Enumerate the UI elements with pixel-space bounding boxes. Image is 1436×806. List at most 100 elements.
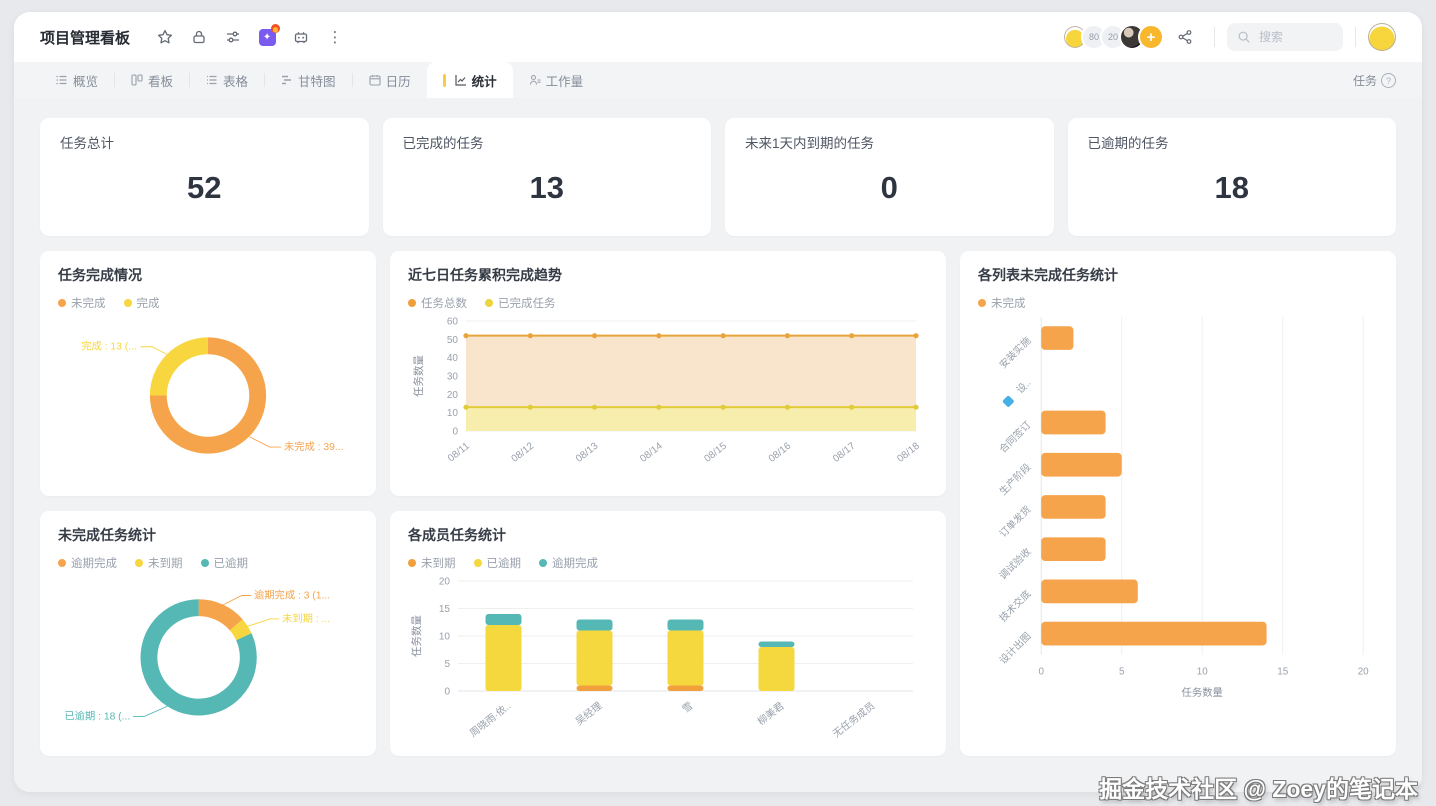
svg-text:雪: 雪: [680, 700, 695, 716]
legend-item[interactable]: 未到期: [135, 555, 183, 571]
svg-text:5: 5: [1119, 666, 1125, 677]
legend-item[interactable]: 已逾期: [473, 555, 521, 571]
trend-area-chart: 0 10 20 30 40 50 60 08/11 08/12 08/13 08/14 08/15 08…: [412, 317, 922, 465]
tab-label: 工作量: [545, 74, 584, 89]
legend-item[interactable]: 已逾期: [200, 555, 249, 571]
share-icon[interactable]: [1176, 28, 1194, 46]
svg-text:20: 20: [439, 577, 451, 588]
stat-card-value: 13: [529, 170, 564, 205]
magic-widget-icon[interactable]: ✦: [258, 24, 281, 46]
svg-text:08/17: 08/17: [831, 440, 858, 464]
stat-card-value: 52: [187, 170, 222, 205]
svg-text:柳美君: 柳美君: [755, 699, 787, 728]
legend-item[interactable]: 逾期完成: [539, 555, 598, 571]
svg-text:20: 20: [1358, 666, 1369, 677]
legend-label: 逾期完成: [71, 558, 117, 570]
legend-dot-icon: [58, 299, 66, 307]
search-box[interactable]: [1227, 23, 1343, 51]
legend-item[interactable]: 任务总数: [408, 295, 467, 311]
stat-card-title: 任务总计: [60, 136, 114, 151]
tab-kanban[interactable]: 看板: [115, 62, 189, 98]
tab-label: 日历: [385, 74, 411, 89]
tab-table[interactable]: 表格: [190, 62, 264, 98]
stat-card-title: 未来1天内到期的任务: [745, 136, 875, 151]
add-member-button[interactable]: +: [1138, 24, 1164, 50]
user-avatar[interactable]: [1368, 23, 1396, 51]
legend-item[interactable]: 逾期完成: [58, 555, 117, 571]
legend-item[interactable]: 未到期: [408, 555, 456, 571]
tab-gantt[interactable]: 甘特图: [265, 62, 352, 98]
svg-text:5: 5: [444, 659, 450, 670]
legend-dot-icon: [978, 299, 986, 307]
legend-label: 已完成任务: [498, 298, 556, 310]
tab-calendar[interactable]: 日历: [353, 62, 427, 98]
star-icon[interactable]: [156, 28, 174, 46]
kanban-tab-icon: [131, 74, 143, 86]
app-window: 项目管理看板 ✦ ⋮ 80 20 + 搜索 概览 看板 表格 甘特图 日历 统计…: [14, 12, 1422, 792]
svg-text:20: 20: [447, 390, 459, 401]
svg-text:40: 40: [447, 353, 459, 364]
chart-title: 各成员任务统计: [408, 527, 506, 543]
svg-text:设..: 设..: [1014, 377, 1033, 396]
svg-text:任务数量: 任务数量: [412, 355, 425, 397]
charts-grid: 任务完成情况 未完成 完成 未完成 : 39... 完成 : 13 (... 近七日…: [40, 251, 1396, 756]
stat-card-value: 18: [1214, 170, 1249, 205]
lock-icon[interactable]: [190, 28, 208, 46]
legend-item[interactable]: 完成: [123, 295, 160, 311]
member-bars-card: 各成员任务统计 未到期 已逾期 逾期完成 0 5 10 15 20 周晓雨·依.. 吴经理 雪 柳美…: [390, 511, 946, 756]
workload-tab-icon: [529, 74, 541, 86]
chart-legend: 未到期 已逾期 逾期完成: [408, 555, 928, 571]
legend-dot-icon: [58, 559, 66, 567]
chart-title: 未完成任务统计: [58, 527, 156, 543]
help-icon[interactable]: ?: [1381, 73, 1396, 88]
svg-text:任务数量: 任务数量: [1181, 686, 1222, 699]
svg-text:任务数量: 任务数量: [410, 615, 423, 657]
view-tabbar: 概览 看板 表格 甘特图 日历 统计 工作量 任务 ?: [14, 62, 1422, 98]
chart-title: 近七日任务累积完成趋势: [408, 267, 562, 283]
legend-label: 未完成: [71, 298, 106, 310]
tab-label: 表格: [223, 74, 249, 89]
watermark: 掘金技术社区 @ Zoey的笔记本: [1099, 776, 1418, 802]
svg-text:08/16: 08/16: [767, 440, 794, 464]
page-title: 项目管理看板: [40, 29, 131, 47]
search-input[interactable]: [1257, 29, 1331, 45]
svg-text:30: 30: [447, 372, 459, 383]
calendar-tab-icon: [369, 74, 381, 86]
svg-text:设计出图: 设计出图: [996, 629, 1033, 666]
dashboard-content: 任务总计 52 已完成的任务 13 未来1天内到期的任务 0 已逾期的任务 18 任务完成情况…: [14, 98, 1422, 792]
sliders-icon[interactable]: [224, 28, 242, 46]
legend-label: 已逾期: [213, 558, 249, 570]
stats-tab-icon: [454, 74, 467, 86]
svg-text:0: 0: [1038, 666, 1044, 677]
tab-overview[interactable]: 概览: [40, 62, 114, 98]
task-menu[interactable]: 任务 ?: [1353, 72, 1396, 89]
legend-item[interactable]: 已完成任务: [485, 295, 556, 311]
unfinished-donut-chart: 逾期完成 : 3 (1... 未到期 : ... 已逾期 : 18 (...: [64, 588, 330, 722]
tab-label: 统计: [471, 74, 497, 89]
stat-cards-row: 任务总计 52 已完成的任务 13 未来1天内到期的任务 0 已逾期的任务 18: [40, 118, 1396, 236]
tab-stats[interactable]: 统计: [426, 62, 513, 98]
svg-text:未完成 : 39...: 未完成 : 39...: [284, 440, 344, 453]
completion-donut-chart: 未完成 : 39... 完成 : 13 (...: [81, 337, 344, 454]
legend-label: 未完成: [991, 298, 1026, 310]
legend-item[interactable]: 未完成: [978, 295, 1026, 311]
legend-dot-icon: [200, 559, 209, 567]
svg-text:完成 : 13 (...: 完成 : 13 (...: [81, 340, 137, 353]
stat-card: 未来1天内到期的任务 0: [725, 118, 1054, 236]
svg-text:逾期完成 : 3 (1...: 逾期完成 : 3 (1...: [254, 588, 330, 601]
svg-text:08/12: 08/12: [510, 440, 537, 464]
table-tab-icon: [206, 74, 218, 86]
robot-icon[interactable]: [292, 28, 310, 46]
legend-item[interactable]: 未完成: [58, 295, 106, 311]
chart-title: 任务完成情况: [58, 267, 142, 283]
member-stacked-bar-chart: 0 5 10 15 20 周晓雨·依.. 吴经理 雪 柳美君 无任务成员 任务数量: [410, 577, 913, 740]
more-icon[interactable]: ⋮: [326, 28, 344, 46]
legend-label: 完成: [136, 298, 160, 310]
legend-dot-icon: [408, 559, 416, 567]
svg-text:合同签订: 合同签订: [996, 418, 1033, 455]
svg-text:15: 15: [439, 604, 451, 615]
tab-workload[interactable]: 工作量: [513, 62, 600, 98]
svg-text:吴经理: 吴经理: [573, 699, 605, 728]
chart-legend: 未完成: [978, 295, 1378, 311]
svg-text:10: 10: [439, 632, 451, 643]
